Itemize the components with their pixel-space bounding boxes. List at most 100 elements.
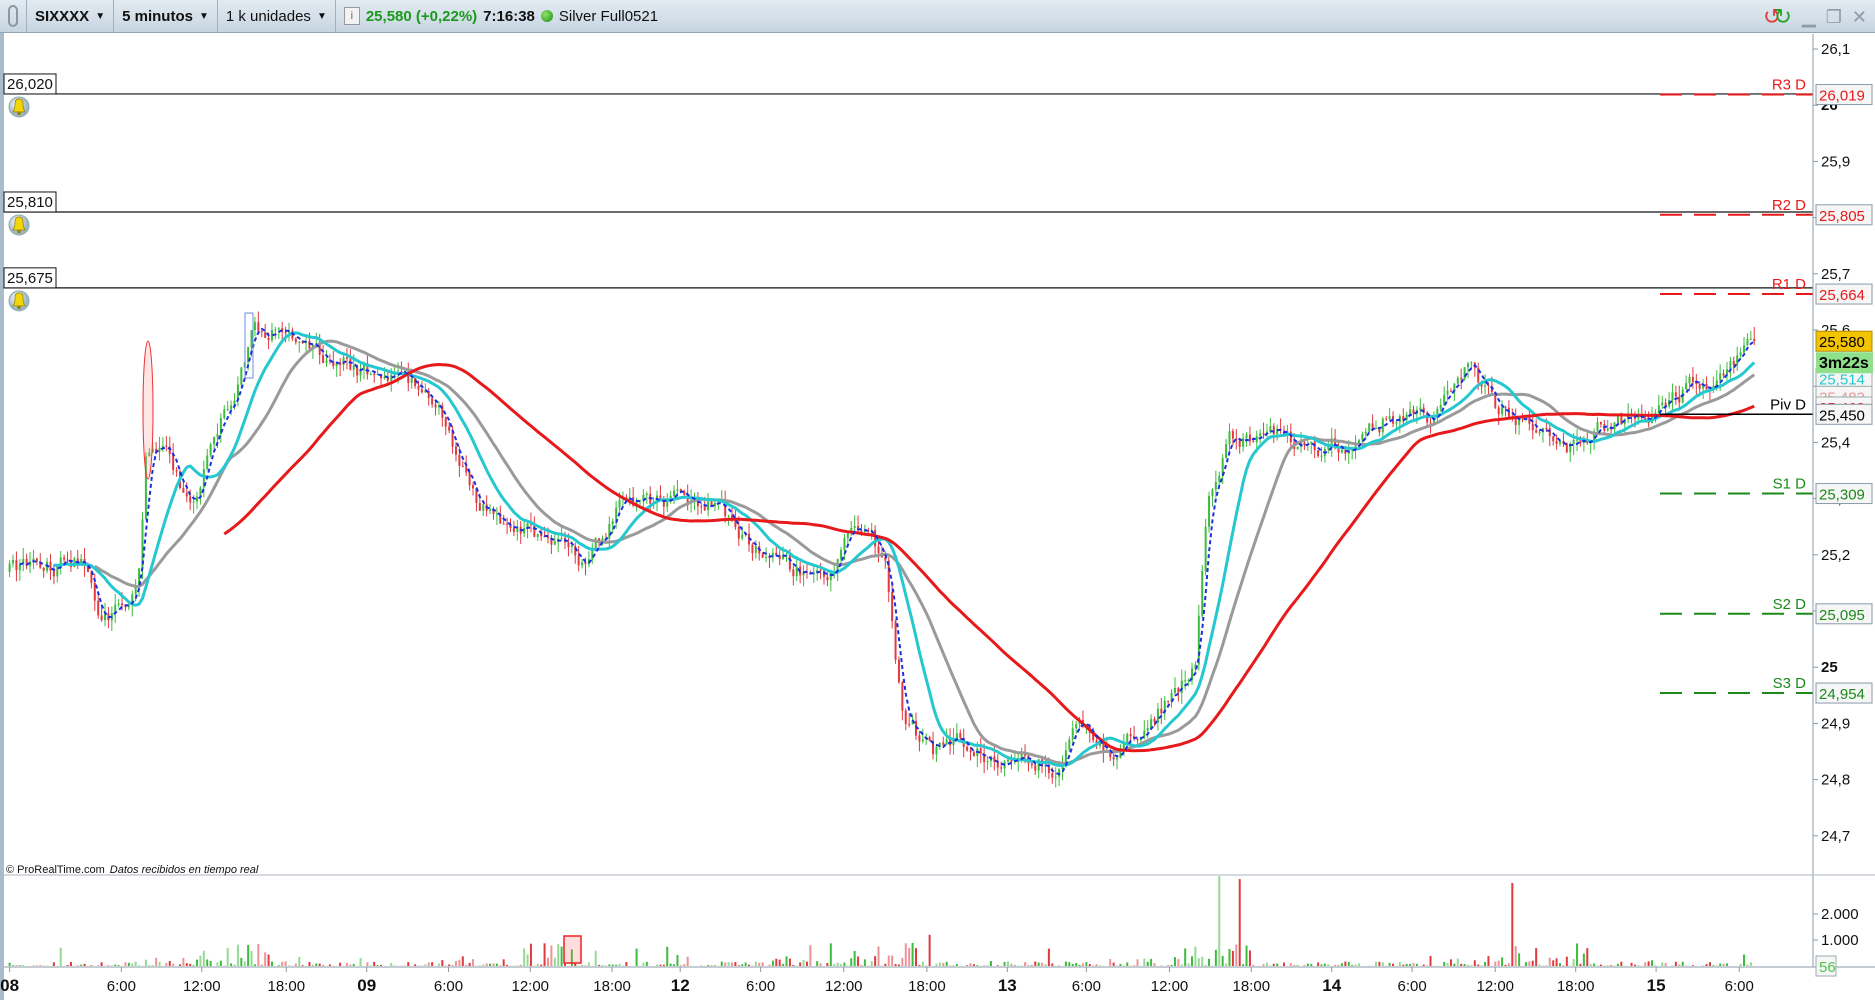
volume-bar — [656, 964, 659, 966]
indicator-value-badge: 25,514 — [1819, 371, 1865, 388]
volume-bar — [645, 961, 648, 966]
volume-bar — [1296, 965, 1299, 966]
volume-bar — [12, 965, 15, 966]
volume-bar — [1006, 961, 1009, 966]
volume-bar — [918, 965, 921, 966]
volume-bar — [117, 965, 120, 966]
volume-bar — [1310, 963, 1313, 966]
minimize-icon[interactable]: ▁ — [1802, 7, 1816, 28]
volume-bar — [1317, 962, 1320, 966]
volume-bar — [788, 958, 791, 966]
time-tick-label: 09 — [357, 976, 376, 995]
volume-bar — [1208, 958, 1211, 966]
volume-bar — [414, 964, 417, 966]
volume-bar — [1276, 963, 1279, 966]
volume-bar — [1593, 963, 1596, 966]
volume-bar — [829, 943, 832, 966]
volume-bar — [891, 955, 894, 966]
candle — [1163, 696, 1166, 721]
bell-icon[interactable] — [8, 96, 30, 118]
bell-icon[interactable] — [8, 290, 30, 312]
volume-bar — [1334, 965, 1337, 966]
time-tick-label: 14 — [1322, 976, 1341, 995]
volume-bar — [734, 962, 737, 966]
watermark: © ProRealTime.com Datos recibidos en tiem… — [6, 864, 259, 876]
close-icon[interactable]: ✕ — [1852, 7, 1867, 28]
candle — [1228, 423, 1231, 454]
volume-bar — [1548, 957, 1551, 966]
volume-bar — [1651, 960, 1654, 966]
volume-bar — [1722, 963, 1725, 966]
volume-bar — [311, 964, 314, 966]
volume-bar — [1201, 956, 1204, 966]
candle — [523, 520, 526, 538]
window-controls: ↺↻ ▁ ❐ ✕ — [1763, 4, 1867, 30]
candle — [1054, 767, 1057, 788]
volume-bar — [1426, 965, 1429, 966]
volume-bar — [359, 957, 362, 966]
candle — [223, 405, 226, 420]
volume-bar — [1109, 958, 1112, 966]
timeframe-selector[interactable]: 5 minutos ▼ — [114, 0, 218, 32]
candle — [972, 750, 975, 757]
volume-bar — [1552, 960, 1555, 966]
volume-bar — [662, 964, 665, 966]
candle — [1552, 435, 1555, 446]
candle — [434, 401, 437, 416]
candle — [110, 606, 113, 631]
axes: 26,12625,925,825,725,625,525,425,325,225… — [0, 34, 1875, 995]
volume-highlight-rectangle[interactable] — [563, 935, 582, 964]
volume-bar — [185, 963, 188, 966]
link-toggle[interactable] — [0, 0, 27, 32]
candle — [540, 527, 543, 542]
volume-bar — [1725, 963, 1728, 966]
bell-icon[interactable] — [8, 214, 30, 236]
volume-bar — [1354, 964, 1357, 966]
volume-bar — [196, 959, 199, 966]
units-selector[interactable]: 1 k unidades ▼ — [218, 0, 336, 32]
watermark-brand: © ProRealTime.com — [6, 864, 105, 876]
candle — [850, 520, 853, 537]
volume-bar — [1034, 961, 1037, 966]
volume-bar — [594, 950, 597, 966]
candle — [1184, 670, 1187, 690]
candle — [165, 436, 168, 452]
time-tick-label: 18:00 — [1557, 978, 1595, 995]
pivot-name: R2 D — [1772, 197, 1806, 214]
candle — [1743, 337, 1746, 355]
price-chart[interactable]: 26,020 25,810 25,675 R3 D R2 D R1 D Piv D S1 D S… — [0, 0, 1875, 1000]
volume-bar — [236, 944, 239, 966]
volume-bar — [1024, 962, 1027, 966]
candle — [822, 568, 825, 585]
candle — [949, 728, 952, 755]
candle — [611, 518, 614, 534]
volume-bar — [189, 963, 192, 966]
candle — [812, 565, 815, 583]
volume-bar — [80, 964, 83, 966]
candle — [274, 327, 277, 340]
instrument-selector[interactable]: SIXXXX ▼ — [27, 0, 115, 32]
candle — [557, 535, 560, 553]
candle — [1739, 347, 1742, 359]
chevron-down-icon: ▼ — [95, 10, 106, 22]
volume-bar — [192, 965, 195, 966]
volume-bar — [1565, 956, 1568, 966]
restore-icon[interactable]: ❐ — [1826, 7, 1842, 28]
volume-bar — [945, 961, 948, 966]
time-tick-label: 12:00 — [1476, 978, 1514, 995]
candle — [673, 485, 676, 504]
refresh-icon[interactable]: ↺↻ — [1763, 4, 1792, 30]
info-icon[interactable]: i — [343, 7, 360, 25]
candle — [482, 502, 485, 516]
candle — [904, 708, 907, 731]
volume-bar — [216, 962, 219, 966]
candle — [1749, 330, 1752, 341]
highlight-ellipse[interactable] — [142, 340, 154, 480]
candle — [506, 517, 509, 534]
candle — [32, 549, 35, 570]
candle — [325, 350, 328, 367]
volume-bar — [1085, 962, 1088, 966]
volume-bar — [1357, 963, 1360, 966]
volume-bar — [942, 963, 945, 966]
candle — [12, 554, 15, 568]
